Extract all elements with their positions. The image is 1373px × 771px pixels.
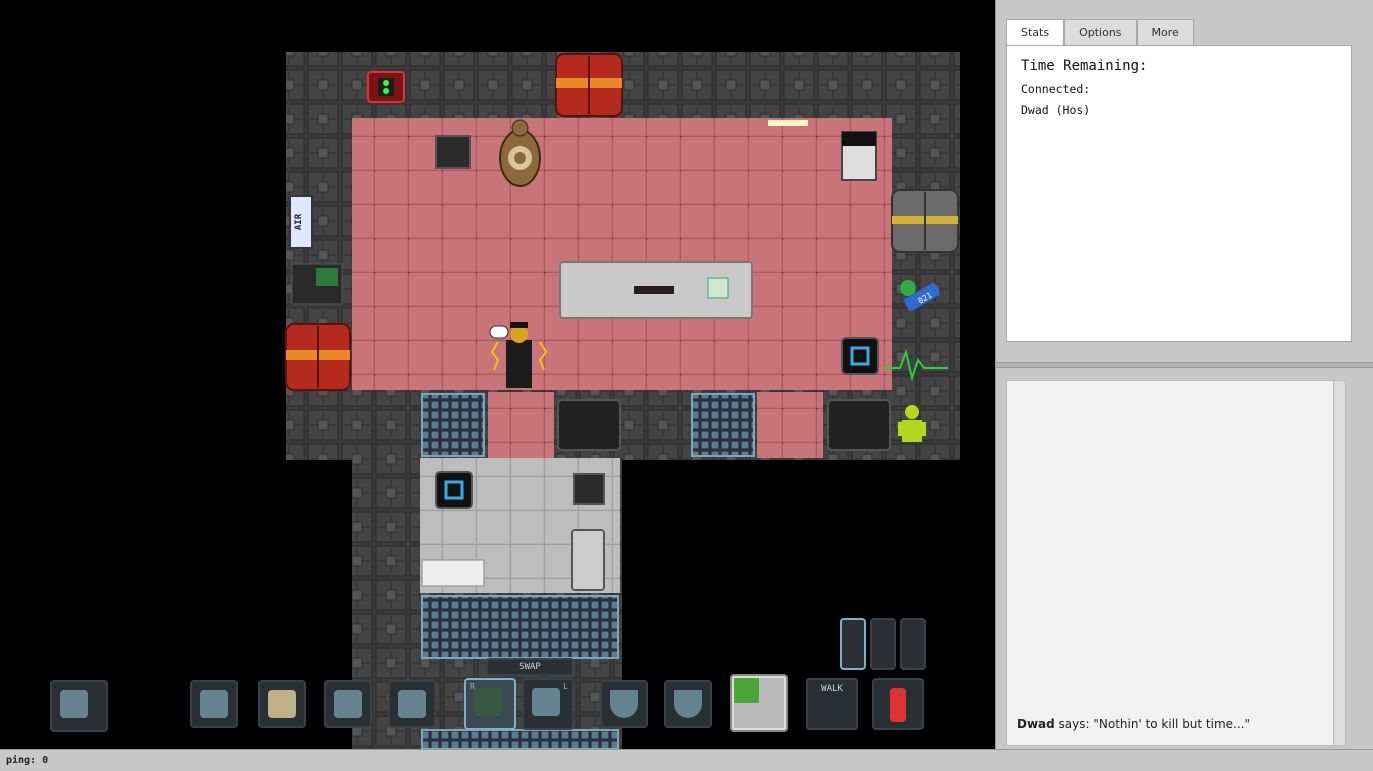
connected-player: Dwad (Hos) [1021, 103, 1091, 117]
backpack-slot[interactable] [50, 680, 108, 732]
zone-selector[interactable] [872, 678, 924, 730]
tab-bar: Stats Options More [1006, 19, 1194, 45]
panel-divider[interactable] [996, 362, 1373, 368]
tab-options[interactable]: Options [1064, 19, 1137, 45]
vent [435, 135, 471, 169]
window-3 [421, 595, 619, 659]
left-hand-slot[interactable]: L [522, 678, 574, 730]
sidebar: Stats Options More Time Remaining: Conne… [995, 0, 1373, 749]
chat-message: Dwad says: "Nothin' to kill but time..." [1017, 717, 1250, 731]
ping-readout: ping: 0 [6, 755, 49, 766]
tab-stats[interactable]: Stats [1006, 19, 1065, 45]
belt-slot[interactable] [324, 680, 372, 728]
swap-button[interactable]: SWAP [486, 658, 574, 676]
storage-slot[interactable] [388, 680, 436, 728]
door-west [285, 323, 351, 391]
uniform-slot[interactable] [190, 680, 238, 728]
walk-label: WALK [821, 684, 843, 694]
walk-run-toggle[interactable]: WALK [806, 678, 858, 730]
chat-speaker: Dwad [1017, 717, 1055, 731]
time-remaining-label: Time Remaining: [1021, 58, 1148, 74]
tab-more[interactable]: More [1136, 19, 1194, 45]
chat-text: says: "Nothin' to kill but time..." [1054, 717, 1251, 731]
window-1 [421, 393, 485, 457]
intent-selector[interactable] [730, 674, 788, 732]
right-hand-slot[interactable]: R [464, 678, 516, 730]
status-bar: ping: 0 [0, 749, 1373, 771]
bed [421, 559, 485, 587]
chat-output[interactable]: Dwad says: "Nothin' to kill but time..." [1006, 380, 1346, 746]
connected-label: Connected: [1021, 82, 1091, 96]
pocket-2-slot[interactable] [664, 680, 712, 728]
stat-panel: Time Remaining: Connected: Dwad (Hos) [1006, 45, 1352, 342]
pad-2 [435, 471, 473, 509]
door-north [555, 53, 623, 117]
window-2 [691, 393, 755, 457]
game-viewport[interactable]: AIR 021 SWAP R L WALK [0, 0, 995, 749]
movement-intent-3[interactable] [900, 618, 926, 670]
pocket-1-slot[interactable] [600, 680, 648, 728]
movement-intent-2[interactable] [870, 618, 896, 670]
left-hand-tag: L [563, 682, 568, 691]
pad-1 [841, 337, 879, 375]
movement-intent-1[interactable] [840, 618, 866, 670]
swap-label: SWAP [519, 662, 541, 672]
id-slot[interactable] [258, 680, 306, 728]
air-sign-text: AIR [294, 213, 304, 230]
locker [571, 529, 605, 591]
floor-red [352, 118, 892, 390]
chat-scrollbar[interactable] [1333, 381, 1345, 745]
door-east [891, 189, 959, 253]
